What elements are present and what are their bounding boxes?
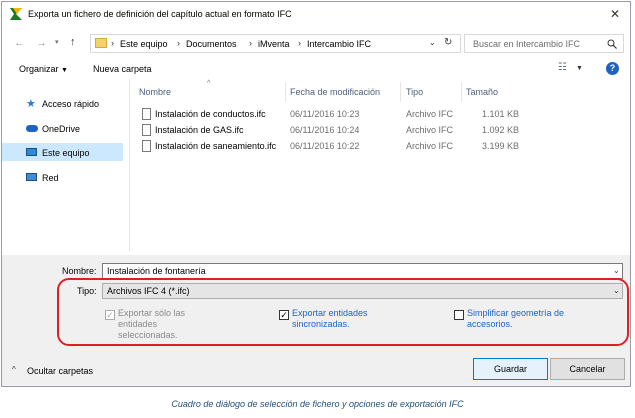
sidebar-item-red[interactable]: Red [42, 173, 59, 183]
search-icon [607, 39, 617, 49]
filename-input[interactable]: Instalación de fontanería ⌄ [102, 263, 623, 279]
star-icon: ★ [26, 98, 36, 110]
chevron-right-icon: › [298, 38, 301, 48]
computer-icon [26, 148, 37, 156]
caret-down-icon[interactable]: ▼ [576, 65, 583, 72]
file-row[interactable]: Instalación de saneamiento.ifc 06/11/201… [133, 138, 533, 154]
close-icon[interactable]: ✕ [606, 6, 624, 22]
file-size: 1.092 KB [481, 125, 519, 135]
sidebar-divider [129, 80, 130, 252]
chevron-right-icon: › [177, 38, 180, 48]
file-date: 06/11/2016 10:23 [290, 109, 360, 119]
app-icon [10, 8, 22, 20]
search-input[interactable]: Buscar en Intercambio IFC [473, 39, 580, 49]
caret-down-icon: ▼ [61, 67, 68, 74]
cloud-icon [26, 125, 38, 132]
column-header-size[interactable]: Tamaño [466, 87, 498, 97]
forward-arrow-icon[interactable]: → [36, 37, 47, 49]
column-divider [461, 82, 462, 102]
refresh-icon[interactable]: ↻ [444, 37, 452, 48]
organize-label: Organizar [19, 64, 59, 74]
window-title: Exporta un fichero de definición del cap… [28, 9, 292, 19]
back-arrow-icon[interactable]: ← [14, 37, 25, 49]
chevron-up-icon[interactable]: ^ [12, 365, 16, 374]
sidebar-item-este-equipo[interactable]: Este equipo [42, 148, 90, 158]
save-button[interactable]: Guardar [473, 358, 548, 380]
sort-up-icon: ^ [207, 80, 211, 87]
column-header-date[interactable]: Fecha de modificación [290, 87, 380, 97]
column-header-type[interactable]: Tipo [406, 87, 423, 97]
file-row[interactable]: Instalación de GAS.ifc 06/11/2016 10:24 … [133, 122, 533, 138]
chevron-right-icon: › [111, 38, 114, 48]
file-size: 1.101 KB [481, 109, 519, 119]
breadcrumb-documentos[interactable]: Documentos [186, 39, 237, 49]
file-icon [142, 124, 151, 136]
hide-folders-button[interactable]: Ocultar carpetas [27, 366, 93, 376]
options-highlight [57, 278, 629, 346]
save-dialog: Exporta un fichero de definición del cap… [1, 1, 631, 387]
title-bar: Exporta un fichero de definición del cap… [2, 2, 630, 26]
search-box[interactable]: Buscar en Intercambio IFC [464, 34, 624, 53]
file-name: Instalación de saneamiento.ifc [155, 141, 277, 151]
address-bar[interactable]: › Este equipo › Documentos › iMventa › I… [90, 34, 461, 53]
network-icon [26, 173, 37, 181]
column-divider [400, 82, 401, 102]
chevron-right-icon: › [249, 38, 252, 48]
file-name: Instalación de conductos.ifc [155, 109, 266, 119]
figure-caption: Cuadro de diálogo de selección de ficher… [171, 399, 464, 409]
chevron-down-icon[interactable]: ⌄ [429, 38, 436, 47]
breadcrumb-imventa[interactable]: iMventa [258, 39, 290, 49]
sidebar-item-onedrive[interactable]: OneDrive [42, 124, 80, 134]
cancel-button[interactable]: Cancelar [550, 358, 625, 380]
up-arrow-icon[interactable]: ↑ [70, 36, 76, 48]
column-divider [285, 82, 286, 102]
file-date: 06/11/2016 10:22 [290, 141, 360, 151]
chevron-down-icon[interactable]: ⌄ [613, 266, 620, 275]
organize-menu[interactable]: Organizar ▼ [19, 64, 68, 74]
folder-icon [95, 38, 107, 48]
file-name: Instalación de GAS.ifc [155, 125, 244, 135]
file-date: 06/11/2016 10:24 [290, 125, 360, 135]
column-header-name[interactable]: Nombre [139, 87, 171, 97]
view-options-icon[interactable]: ☷ [558, 62, 570, 74]
recent-chevron-icon[interactable]: ▾ [55, 38, 59, 46]
help-icon[interactable]: ? [606, 62, 619, 75]
name-label: Nombre: [62, 266, 97, 276]
file-icon [142, 108, 151, 120]
file-size: 3.199 KB [481, 141, 519, 151]
new-folder-button[interactable]: Nueva carpeta [93, 64, 152, 74]
filename-value: Instalación de fontanería [107, 266, 206, 276]
file-icon [142, 140, 151, 152]
sidebar-item-acceso-rapido[interactable]: Acceso rápido [42, 99, 99, 109]
file-row[interactable]: Instalación de conductos.ifc 06/11/2016 … [133, 106, 533, 122]
breadcrumb-este-equipo[interactable]: Este equipo [120, 39, 168, 49]
breadcrumb-intercambio-ifc[interactable]: Intercambio IFC [307, 39, 371, 49]
